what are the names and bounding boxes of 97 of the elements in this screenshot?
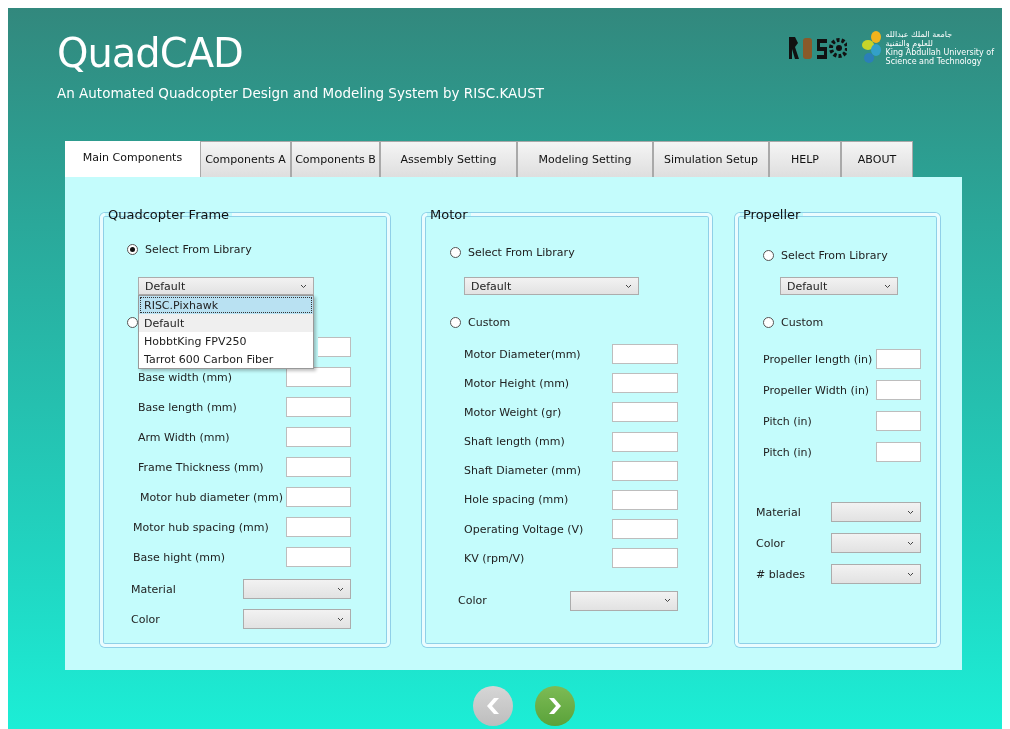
chevron-down-icon (337, 586, 344, 592)
tab[interactable]: Components A (200, 141, 291, 177)
leaf-logo-icon (860, 30, 883, 66)
input-field[interactable] (318, 337, 351, 357)
input-field[interactable] (286, 427, 351, 447)
field-label: Propeller Width (in) (763, 383, 870, 397)
input-field[interactable] (612, 402, 678, 423)
field-label: Propeller length (in) (763, 352, 873, 366)
input-field[interactable] (286, 367, 351, 387)
radio-button[interactable] (763, 249, 774, 261)
chevron-down-icon (884, 283, 891, 289)
tab[interactable]: Modeling Setting (517, 141, 653, 177)
field-label: Base length (mm) (138, 400, 237, 414)
radio-label[interactable]: Select From Library (781, 248, 888, 262)
radio-label[interactable]: Custom (468, 315, 511, 329)
input-field[interactable] (286, 457, 351, 477)
field-label: KV (rpm/V) (464, 551, 525, 565)
input-field[interactable] (612, 344, 678, 364)
input-field[interactable] (612, 373, 678, 394)
chevron-down-icon (907, 571, 914, 577)
gear-logo-icon (786, 35, 847, 61)
dropdown[interactable] (831, 502, 921, 522)
input-field[interactable] (612, 460, 678, 481)
dropdown[interactable] (831, 564, 921, 584)
field-label: Base hight (mm) (133, 550, 226, 564)
field-label: Color (131, 612, 160, 626)
field-label: Arm Width (mm) (138, 430, 230, 444)
input-field[interactable] (876, 442, 921, 462)
field-label: Base width (mm) (138, 370, 233, 384)
field-label: Pitch (in) (763, 414, 812, 428)
dropdown-option[interactable]: Default (139, 314, 313, 332)
field-label: Operating Voltage (V) (464, 522, 584, 536)
tab[interactable]: ABOUT (841, 141, 913, 177)
chevron-down-icon (300, 283, 307, 289)
dropdown[interactable] (570, 590, 678, 611)
field-label: Material (131, 582, 176, 596)
field-label: Color (458, 594, 487, 608)
chevron-down-icon (664, 598, 671, 604)
input-field[interactable] (286, 397, 351, 417)
input-field[interactable] (876, 349, 921, 369)
radio-button[interactable] (450, 316, 461, 328)
group-title: Propeller (742, 207, 802, 222)
tab[interactable]: Main Components (65, 141, 200, 177)
field-label: Motor Diameter(mm) (464, 347, 581, 361)
field-label: Frame Thickness (mm) (138, 460, 264, 474)
input-field[interactable] (612, 519, 678, 540)
field-label: Color (756, 536, 785, 550)
app-title: QuadCAD (57, 30, 244, 76)
input-field[interactable] (286, 547, 351, 567)
field-label: Motor hub diameter (mm) (140, 490, 284, 504)
field-label: Motor hub spacing (mm) (133, 520, 269, 534)
input-field[interactable] (286, 517, 351, 537)
radio-label[interactable]: Select From Library (145, 242, 252, 256)
library-dropdown[interactable]: Default (464, 277, 639, 295)
radio-label[interactable]: Select From Library (468, 245, 575, 259)
field-label: Motor Weight (gr) (464, 405, 562, 419)
field-label: Hole spacing (mm) (464, 493, 569, 507)
group-title: Motor (429, 207, 469, 222)
logo-text: جامعة الملك عبدالله (885, 30, 954, 39)
logo-text: King Abdullah University of (885, 48, 994, 57)
dropdown[interactable] (831, 533, 921, 553)
group-title: Quadcopter Frame (107, 207, 231, 222)
library-dropdown[interactable]: Default (780, 277, 898, 295)
field-label: Motor Height (mm) (464, 376, 570, 390)
input-field[interactable] (876, 411, 921, 431)
radio-button[interactable] (127, 243, 138, 255)
logo-text: للعلوم والتقنية (885, 39, 933, 48)
forward-button[interactable] (535, 686, 575, 726)
chevron-down-icon (625, 283, 632, 289)
field-label: Shaft Diameter (mm) (464, 464, 582, 478)
tab[interactable]: Components B (291, 141, 380, 177)
input-field[interactable] (876, 380, 921, 400)
radio-button[interactable] (450, 246, 461, 258)
tab[interactable]: HELP (769, 141, 841, 177)
field-label: Material (756, 505, 801, 519)
tab[interactable]: Simulation Setup (653, 141, 769, 177)
field-label: # blades (756, 567, 805, 581)
chevron-down-icon (337, 616, 344, 622)
dropdown-option[interactable]: HobbtKing FPV250 (139, 332, 313, 350)
chevron-down-icon (907, 509, 914, 515)
library-dropdown[interactable]: Default (138, 277, 314, 295)
dropdown-option[interactable]: RISC.Pixhawk (139, 296, 313, 314)
radio-button[interactable] (763, 316, 774, 328)
dropdown-option[interactable]: Tarrot 600 Carbon Fiber (139, 350, 313, 368)
field-label: Shaft length (mm) (464, 435, 565, 449)
logo-text: Science and Technology (885, 57, 982, 66)
field-label: Pitch (in) (763, 445, 812, 459)
dropdown[interactable] (243, 579, 351, 599)
app-subtitle: An Automated Quadcopter Design and Modeling System by RISC.KAUST (57, 85, 544, 101)
input-field[interactable] (612, 548, 678, 569)
input-field[interactable] (286, 487, 351, 507)
input-field[interactable] (612, 489, 678, 510)
dropdown[interactable] (243, 609, 351, 629)
chevron-down-icon (907, 540, 914, 546)
tab[interactable]: Assembly Setting (380, 141, 517, 177)
radio-label[interactable]: Custom (781, 315, 824, 329)
input-field[interactable] (612, 431, 678, 452)
